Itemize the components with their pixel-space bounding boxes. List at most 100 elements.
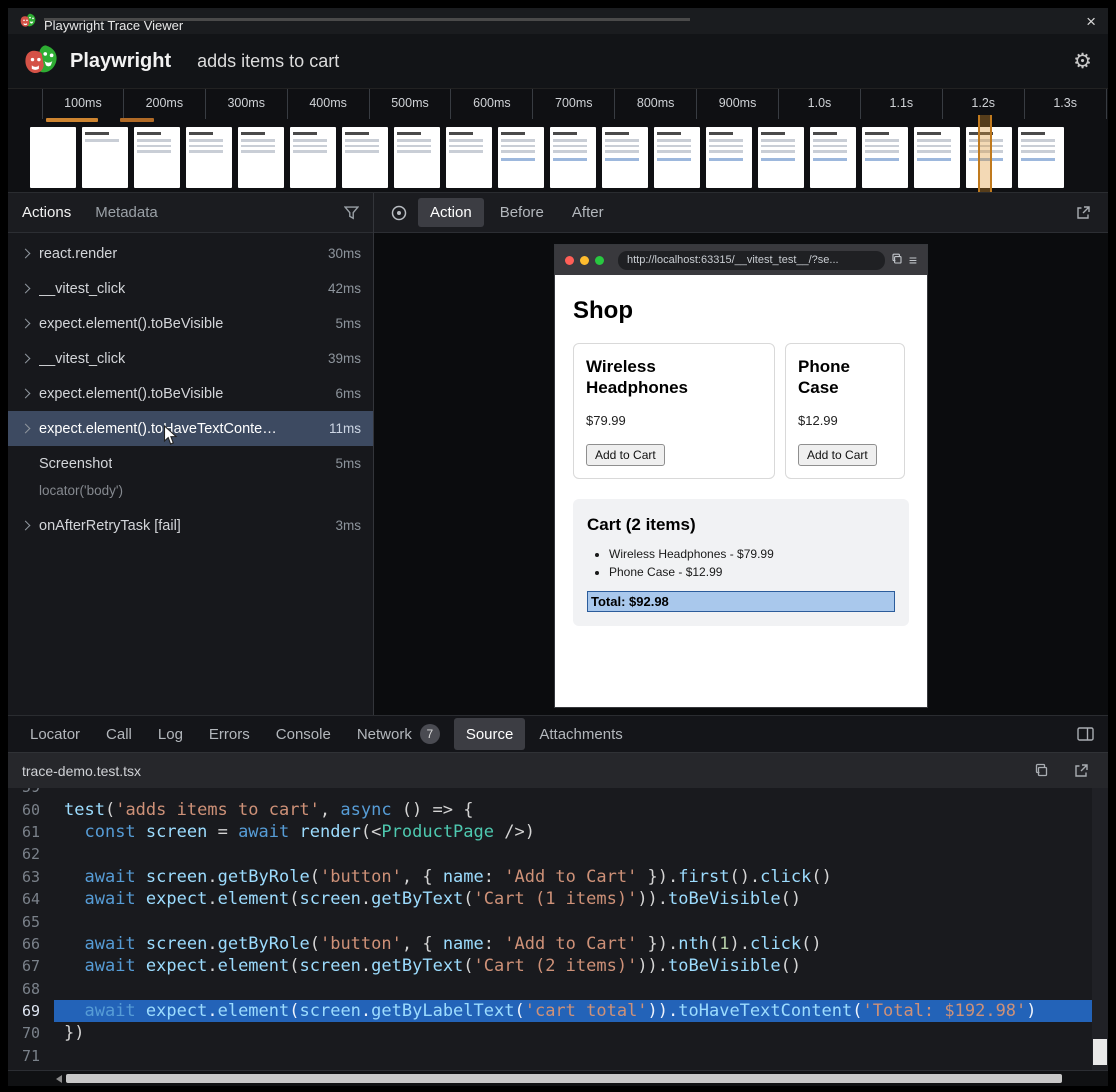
horizontal-scrollbar[interactable] (8, 1070, 1108, 1086)
filmstrip-frame[interactable] (706, 127, 752, 188)
filmstrip-frame[interactable] (82, 127, 128, 188)
line-number: 62 (8, 845, 54, 863)
frame-sketch-line (345, 150, 379, 153)
pick-locator-icon[interactable] (386, 200, 412, 226)
filter-icon[interactable] (344, 206, 359, 220)
code-token: />) (494, 822, 535, 842)
frame-sketch-line (605, 150, 639, 153)
filmstrip-frame[interactable] (238, 127, 284, 188)
frame-sketch-line (189, 132, 213, 135)
action-row[interactable]: react.render30ms (8, 236, 373, 271)
tab-network[interactable]: Network7 (345, 718, 452, 750)
timeline[interactable]: 100ms200ms300ms400ms500ms600ms700ms800ms… (8, 88, 1108, 192)
frame-sketch-highlight (709, 158, 743, 161)
chevron-right-icon (21, 389, 31, 399)
action-row[interactable]: expect.element().toBeVisible6ms (8, 376, 373, 411)
frame-sketch-line (501, 150, 535, 153)
filmstrip-frame[interactable] (758, 127, 804, 188)
frame-sketch-line (137, 139, 171, 142)
tab-console[interactable]: Console (264, 718, 343, 750)
code-token (136, 867, 146, 887)
action-duration: 3ms (325, 518, 361, 533)
code-token (64, 867, 84, 887)
line-number: 70 (8, 1024, 54, 1042)
action-title: expect.element().toBeVisible (39, 386, 223, 402)
code-token: ( (463, 956, 473, 976)
tab-before[interactable]: Before (488, 198, 556, 227)
tab-after[interactable]: After (560, 198, 616, 227)
action-row[interactable]: expect.element().toHaveTextConte…11ms (8, 411, 373, 446)
code-token: () (781, 889, 801, 909)
action-row[interactable]: __vitest_click42ms (8, 271, 373, 306)
code-token: 'button' (320, 934, 402, 954)
frame-sketch-line (917, 150, 951, 153)
tab-locator[interactable]: Locator (18, 718, 92, 750)
tab-log[interactable]: Log (146, 718, 195, 750)
frame-sketch-highlight (761, 158, 795, 161)
tab-attachments[interactable]: Attachments (527, 718, 634, 750)
timeline-tick: 200ms (124, 89, 206, 119)
code-line: 61 const screen = await render(<ProductP… (8, 821, 1108, 843)
action-row[interactable]: Screenshot5ms (8, 446, 373, 481)
filmstrip-frame[interactable] (862, 127, 908, 188)
split-view-icon[interactable] (1072, 721, 1098, 747)
filmstrip-frame[interactable] (446, 127, 492, 188)
action-row[interactable]: expect.element().toBeVisible5ms (8, 306, 373, 341)
frame-sketch-line (813, 150, 847, 153)
code-token: 'Cart (1 items)' (474, 889, 638, 909)
open-source-external-icon[interactable] (1068, 758, 1094, 784)
tab-call[interactable]: Call (94, 718, 144, 750)
action-row[interactable]: __vitest_click39ms (8, 341, 373, 376)
code-line: 62 (8, 843, 1108, 865)
line-text: await screen.getByRole('button', { name:… (54, 866, 1092, 888)
tab-action[interactable]: Action (418, 198, 484, 227)
filmstrip-frame[interactable] (914, 127, 960, 188)
frame-sketch-line (501, 139, 535, 142)
filmstrip-frame[interactable] (602, 127, 648, 188)
frame-sketch-line (917, 145, 951, 148)
action-row[interactable]: onAfterRetryTask [fail]3ms (8, 508, 373, 543)
frame-sketch-line (813, 145, 847, 148)
copy-icon[interactable] (1028, 758, 1054, 784)
gear-icon[interactable]: ⚙ (1073, 49, 1092, 74)
copy-url-icon (891, 253, 903, 267)
snapshot-browser: http://localhost:63315/__vitest_test__/?… (555, 245, 927, 707)
add-to-cart-button: Add to Cart (586, 444, 665, 466)
frame-sketch-line (137, 145, 171, 148)
open-external-icon[interactable] (1070, 200, 1096, 226)
filmstrip-frame[interactable] (30, 127, 76, 188)
frame-sketch-line (397, 150, 431, 153)
snapshot-area: http://localhost:63315/__vitest_test__/?… (374, 233, 1108, 715)
timeline-selection-marker[interactable] (978, 115, 992, 192)
cart-items: Wireless Headphones - $79.99Phone Case -… (609, 547, 895, 579)
vertical-scrollbar[interactable] (1092, 788, 1108, 1070)
vertical-scrollbar-thumb[interactable] (1093, 1039, 1107, 1065)
tab-metadata[interactable]: Metadata (95, 204, 158, 221)
filmstrip-frame[interactable] (550, 127, 596, 188)
filmstrip-frame[interactable] (498, 127, 544, 188)
line-number: 60 (8, 801, 54, 819)
scroll-left-arrow-icon[interactable] (56, 1075, 62, 1083)
chevron-right-icon (21, 249, 31, 259)
filmstrip-frame[interactable] (1018, 127, 1064, 188)
filmstrip-frame[interactable] (654, 127, 700, 188)
filmstrip-frame[interactable] (342, 127, 388, 188)
code-token: () => { (392, 800, 474, 820)
tab-actions[interactable]: Actions (22, 204, 71, 221)
filmstrip-frame[interactable] (290, 127, 336, 188)
code-token: getByLabelText (371, 1001, 514, 1021)
filmstrip-frame[interactable] (134, 127, 180, 188)
close-icon[interactable]: × (1086, 13, 1096, 30)
frame-sketch-line (501, 132, 525, 135)
code-token: element (218, 1001, 290, 1021)
filmstrip-frame[interactable] (186, 127, 232, 188)
frame-sketch-line (553, 139, 587, 142)
horizontal-scrollbar-thumb[interactable] (66, 1074, 1062, 1083)
filmstrip-frame[interactable] (810, 127, 856, 188)
filmstrip-frame[interactable] (394, 127, 440, 188)
tab-source[interactable]: Source (454, 718, 526, 750)
frame-sketch-line (293, 132, 317, 135)
tab-errors[interactable]: Errors (197, 718, 262, 750)
action-item: expect.element().toBeVisible5ms (8, 306, 373, 341)
code-token: (< (361, 822, 381, 842)
